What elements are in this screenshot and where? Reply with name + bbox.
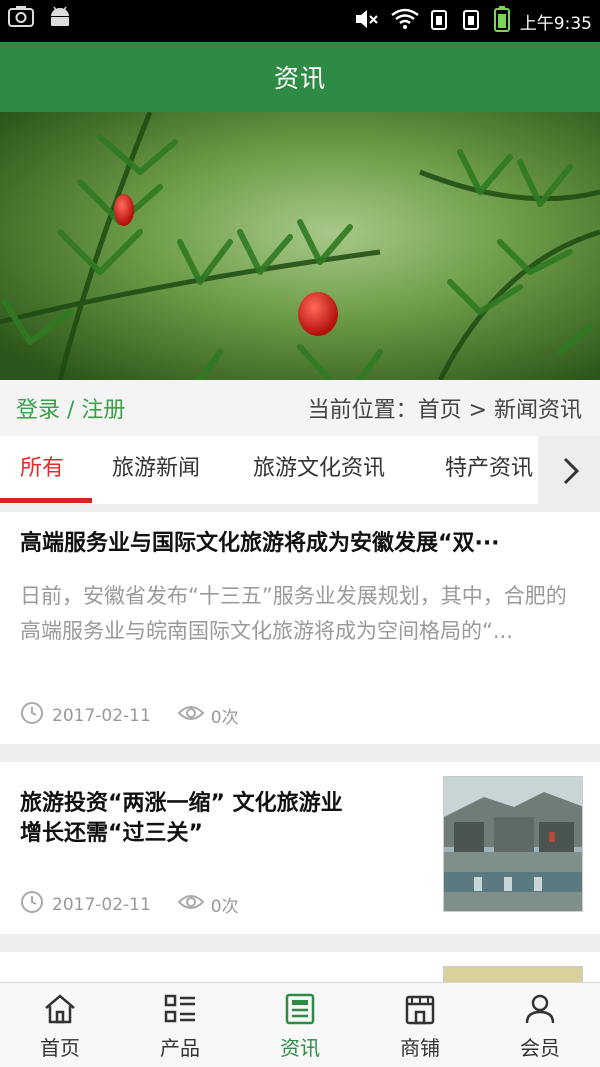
battery-icon [493, 6, 510, 36]
wifi-icon [390, 8, 420, 34]
android-icon [48, 6, 72, 32]
clock-icon [20, 701, 44, 730]
mute-icon [354, 8, 380, 34]
nav-news[interactable]: 资讯 [240, 983, 360, 1067]
article-date: 2017-02-11 [52, 894, 151, 915]
article-meta: 2017-02-11 0次 [20, 701, 239, 730]
article-card[interactable]: 旅游投资“两涨一缩” 文化旅游业 增长还需“过三关” 2017-02-11 0次 [0, 762, 600, 934]
article-date: 2017-02-11 [52, 705, 151, 726]
page-title: 资讯 [273, 64, 326, 93]
eye-icon [177, 703, 205, 728]
tab-travel-culture[interactable]: 旅游文化资讯 [253, 436, 385, 504]
home-icon [43, 993, 77, 1029]
article-title-line1: 旅游投资“两涨一缩” 文化旅游业 [20, 791, 343, 816]
app-header: 资讯 [0, 42, 600, 112]
list-icon [163, 993, 197, 1029]
active-tab-indicator [0, 498, 92, 503]
article-thumbnail [443, 776, 583, 912]
article-card[interactable] [0, 952, 600, 982]
nav-home-label: 首页 [40, 1036, 80, 1060]
article-views: 0次 [210, 708, 239, 728]
article-thumbnail [443, 966, 583, 982]
article-meta: 2017-02-11 0次 [20, 890, 239, 919]
nav-member[interactable]: 会员 [480, 983, 600, 1067]
eye-icon [177, 892, 205, 917]
nav-member-label: 会员 [520, 1036, 560, 1060]
article-title-line2: 增长还需“过三关” [20, 821, 203, 846]
nav-shops[interactable]: 商铺 [360, 983, 480, 1067]
user-icon [523, 993, 557, 1029]
tab-scroll-right-button[interactable] [538, 436, 600, 504]
chevron-right-icon [562, 456, 580, 490]
article-title: 高端服务业与国际文化旅游将成为安徽发展“双··· [20, 531, 500, 556]
category-tabs: 所有 旅游新闻 旅游文化资讯 特产资讯 [0, 436, 600, 504]
nav-shops-label: 商铺 [400, 1036, 440, 1060]
breadcrumb: 当前位置：首页 > 新闻资讯 [307, 398, 582, 423]
nav-home[interactable]: 首页 [0, 983, 120, 1067]
nav-products-label: 产品 [160, 1036, 200, 1060]
bottom-nav: 首页 产品 资讯 商铺 会员 [0, 982, 600, 1067]
nav-news-label: 资讯 [280, 1036, 320, 1060]
article-views: 0次 [210, 897, 239, 917]
banner-image[interactable] [0, 112, 600, 380]
sim2-signal-icon [462, 7, 484, 35]
screenshot-icon [8, 6, 34, 32]
status-bar: 上午9:35 [0, 0, 600, 42]
tab-travel-news[interactable]: 旅游新闻 [112, 436, 200, 504]
article-card[interactable]: 高端服务业与国际文化旅游将成为安徽发展“双··· 日前，安徽省发布“十三五”服务… [0, 512, 600, 744]
news-icon [283, 993, 317, 1029]
sim1-signal-icon [430, 7, 452, 35]
article-summary: 日前，安徽省发布“十三五”服务业发展规划，其中，合肥的高端服务业与皖南国际文化旅… [20, 584, 567, 643]
tab-specialty-news[interactable]: 特产资讯 [445, 436, 533, 504]
nav-products[interactable]: 产品 [120, 983, 240, 1067]
shop-icon [403, 993, 437, 1029]
login-register-link[interactable]: 登录 / 注册 [16, 392, 125, 424]
clock-icon [20, 890, 44, 919]
tab-all[interactable]: 所有 [20, 436, 64, 504]
info-bar: 登录 / 注册 当前位置：首页 > 新闻资讯 [0, 380, 600, 436]
clock-time: 上午9:35 [519, 13, 592, 34]
